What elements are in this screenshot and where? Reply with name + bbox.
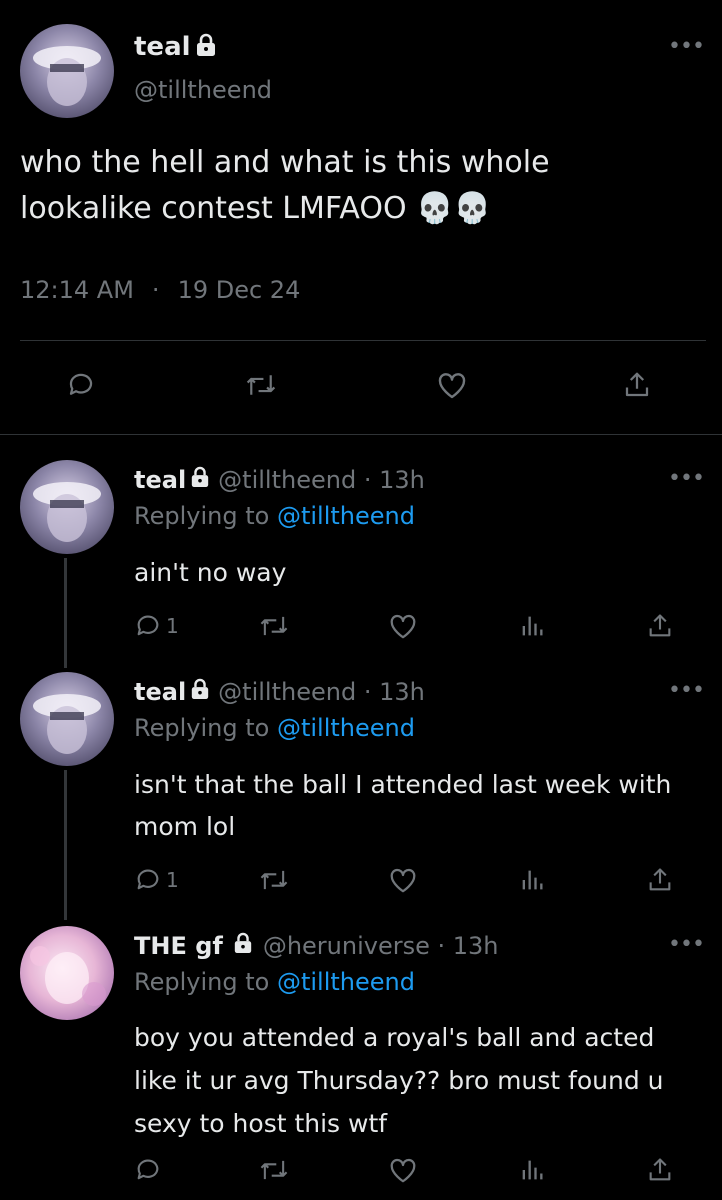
handle-time[interactable]: @tilltheend · 13h — [218, 678, 425, 706]
replying-label: Replying to — [134, 968, 270, 996]
author-row-main: teal — [134, 30, 217, 64]
share-icon — [649, 868, 671, 891]
like-button[interactable] — [388, 866, 418, 894]
avatar-reply[interactable] — [20, 672, 114, 766]
retweet-icon — [260, 1160, 288, 1180]
display-name[interactable]: teal — [134, 678, 186, 706]
thread-line — [64, 558, 67, 668]
reply-count: 1 — [166, 614, 179, 638]
retweet-icon — [246, 375, 276, 395]
timestamp-row: 12:14 AM · 19 Dec 24 — [20, 276, 300, 304]
reply-button[interactable]: 1 — [134, 866, 179, 894]
share-icon — [649, 1158, 671, 1181]
retweet-button[interactable] — [258, 866, 290, 894]
views-icon — [522, 870, 543, 890]
more-icon[interactable]: ••• — [668, 680, 705, 702]
replying-handle-link[interactable]: @tilltheend — [277, 714, 415, 742]
handle-time[interactable]: @heruniverse · 13h — [263, 932, 499, 960]
display-name[interactable]: THE gf — [134, 932, 223, 960]
replying-to: Replying to @tilltheend — [134, 968, 415, 996]
divider — [0, 434, 722, 435]
replying-label: Replying to — [134, 714, 270, 742]
share-button[interactable] — [646, 866, 674, 894]
share-icon — [649, 614, 671, 637]
lock-icon — [190, 678, 210, 706]
reply-button[interactable] — [66, 370, 96, 400]
reply-text: boy you attended a royal's ball and acte… — [134, 1023, 664, 1138]
retweet-button[interactable] — [258, 1156, 290, 1184]
views-button[interactable] — [518, 866, 546, 894]
tweet-date[interactable]: 19 Dec 24 — [178, 276, 301, 304]
share-icon — [625, 372, 649, 397]
thread-line — [64, 770, 67, 920]
lock-icon — [195, 33, 217, 61]
reply-header: THE gf @heruniverse · 13h — [134, 932, 499, 960]
replying-to: Replying to @tilltheend — [134, 502, 415, 530]
retweet-icon — [260, 616, 288, 636]
divider — [20, 340, 706, 341]
heart-icon — [390, 868, 416, 893]
share-button[interactable] — [646, 1156, 674, 1184]
reply-text: ain't no way — [134, 558, 287, 587]
reply-text: isn't that the ball I attended last week… — [134, 770, 672, 841]
reply-button[interactable]: 1 — [134, 612, 179, 640]
heart-icon — [438, 373, 466, 399]
like-button[interactable] — [436, 370, 468, 400]
reply-icon — [69, 373, 93, 395]
share-button[interactable] — [622, 370, 652, 400]
reply-count: 1 — [166, 868, 179, 892]
lock-icon — [233, 932, 253, 960]
retweet-button[interactable] — [244, 370, 278, 400]
views-icon — [522, 1160, 543, 1180]
more-icon[interactable]: ••• — [668, 934, 705, 956]
tweet-time[interactable]: 12:14 AM — [20, 276, 134, 304]
reply-header: teal @tilltheend · 13h — [134, 466, 425, 494]
avatar-main[interactable] — [20, 24, 114, 118]
lock-icon — [190, 466, 210, 494]
reply-icon — [137, 869, 159, 890]
replying-handle-link[interactable]: @tilltheend — [277, 968, 415, 996]
separator-dot: · — [151, 276, 160, 304]
like-button[interactable] — [388, 612, 418, 640]
heart-icon — [390, 1158, 416, 1183]
retweet-button[interactable] — [258, 612, 290, 640]
handle[interactable]: @tilltheend — [134, 76, 272, 104]
avatar-reply[interactable] — [20, 460, 114, 554]
more-icon[interactable]: ••• — [668, 36, 705, 58]
views-button[interactable] — [518, 612, 546, 640]
display-name[interactable]: teal — [134, 466, 186, 494]
share-button[interactable] — [646, 612, 674, 640]
tweet-text: who the hell and what is this whole look… — [20, 145, 550, 226]
replying-handle-link[interactable]: @tilltheend — [277, 502, 415, 530]
display-name[interactable]: teal — [134, 32, 191, 62]
reply-header: teal @tilltheend · 13h — [134, 678, 425, 706]
like-button[interactable] — [388, 1156, 418, 1184]
more-icon[interactable]: ••• — [668, 468, 705, 490]
heart-icon — [390, 614, 416, 639]
replying-to: Replying to @tilltheend — [134, 714, 415, 742]
reply-icon — [137, 1159, 159, 1180]
reply-button[interactable] — [134, 1156, 166, 1184]
handle-time[interactable]: @tilltheend · 13h — [218, 466, 425, 494]
reply-icon — [137, 615, 159, 636]
replying-label: Replying to — [134, 502, 270, 530]
retweet-icon — [260, 870, 288, 890]
avatar-reply[interactable] — [20, 926, 114, 1020]
views-icon — [522, 616, 543, 636]
views-button[interactable] — [518, 1156, 546, 1184]
